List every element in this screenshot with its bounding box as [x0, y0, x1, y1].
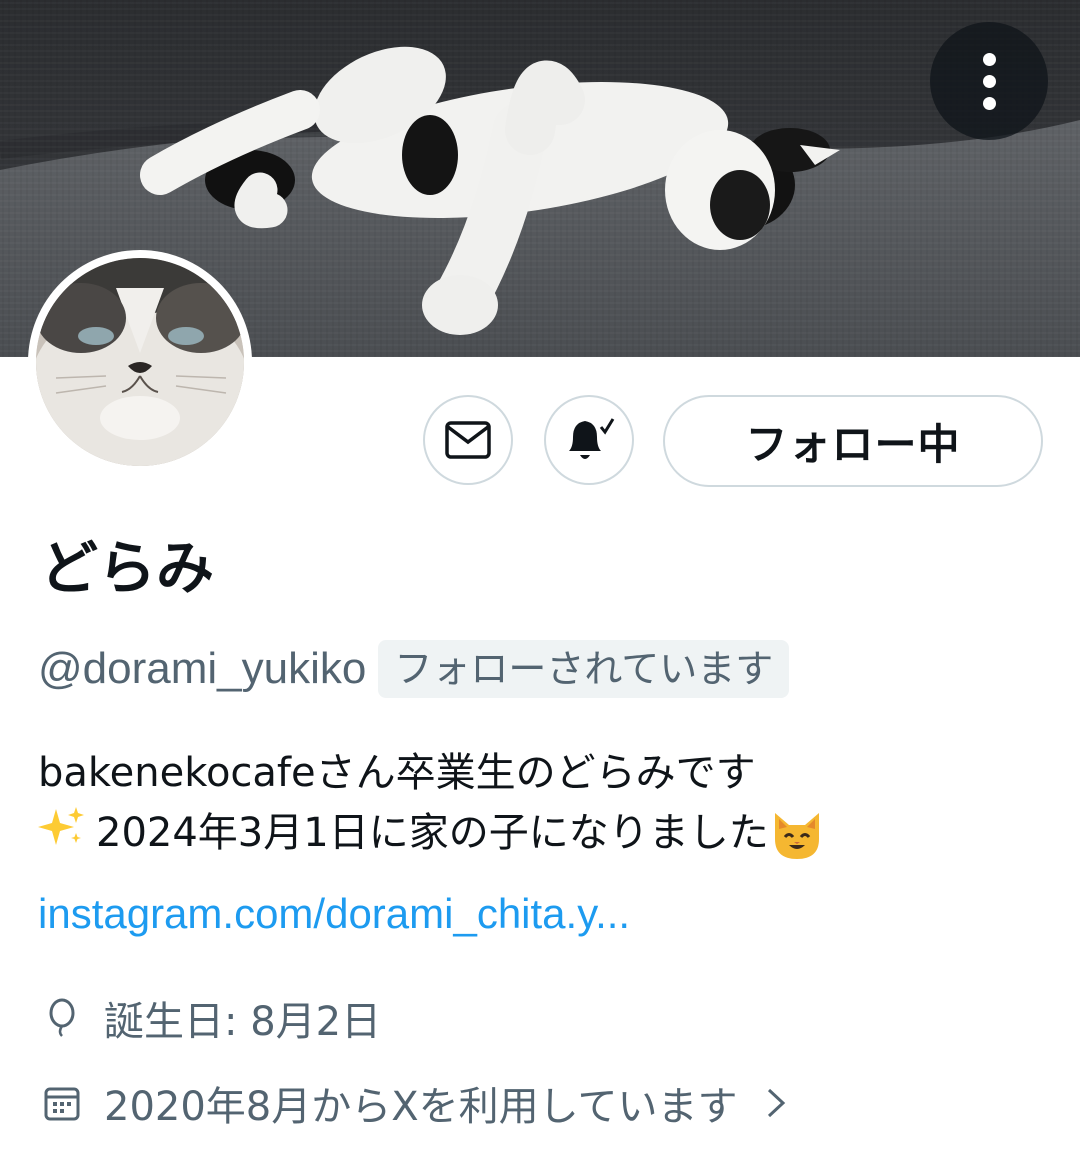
profile-bio: bakenekocafeさん卒業生のどらみです 2024年3月1日に家の子になり… — [38, 743, 1048, 866]
birthday-row: 誕生日: 8月2日 — [42, 988, 381, 1048]
following-button[interactable]: フォロー中 — [663, 395, 1043, 487]
bio-line-2-text: 2024年3月1日に家の子になりました — [96, 810, 769, 856]
user-handle: @dorami_yukiko — [38, 644, 367, 693]
joined-row[interactable]: 2020年8月からXを利用しています — [42, 1073, 787, 1133]
bio-line-2: 2024年3月1日に家の子になりました — [38, 803, 1048, 866]
more-dot — [982, 96, 996, 110]
display-name: どらみ — [40, 534, 215, 602]
bio-line-1: bakenekocafeさん卒業生のどらみです — [38, 750, 756, 796]
smiling-cat-icon — [769, 807, 825, 863]
envelope-icon — [445, 421, 491, 459]
following-button-label: フォロー中 — [745, 420, 961, 468]
profile-page: フォロー中 どらみ @dorami_yukiko フォローされています bake… — [0, 0, 1080, 1169]
calendar-icon — [42, 1083, 82, 1123]
notifications-button[interactable] — [544, 395, 634, 485]
more-options-button[interactable] — [930, 22, 1048, 140]
avatar-image — [36, 258, 244, 466]
follows-you-badge: フォローされています — [378, 640, 790, 698]
birthday-text: 誕生日: 8月2日 — [104, 999, 382, 1045]
sparkles-icon — [38, 805, 96, 866]
joined-text: 2020年8月からXを利用しています — [104, 1084, 738, 1130]
more-vertical-icon — [982, 52, 996, 66]
profile-website-link[interactable]: instagram.com/dorami_chita.y... — [38, 884, 630, 944]
chevron-right-icon — [765, 1086, 787, 1120]
bell-check-icon — [569, 418, 615, 459]
balloon-icon — [42, 998, 82, 1038]
handle-row: @dorami_yukiko フォローされています — [38, 640, 790, 698]
message-button[interactable] — [423, 395, 513, 485]
more-dot — [982, 74, 996, 88]
cat-face-image — [36, 258, 244, 466]
profile-avatar[interactable] — [28, 250, 252, 474]
